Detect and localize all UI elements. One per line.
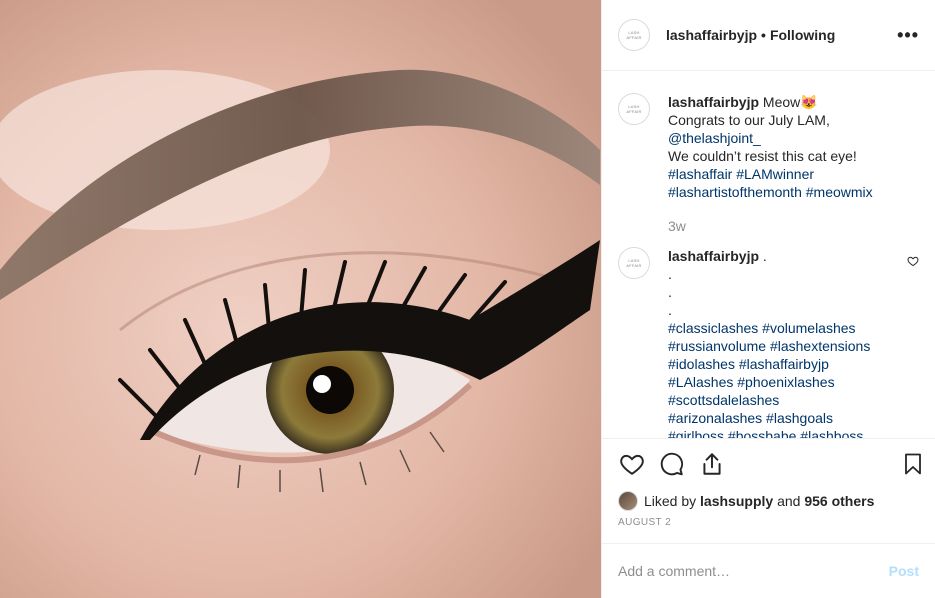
comments-section[interactable]: LASH AFFAIR lashaffairbyjp Meow😻 Congrat… (602, 71, 935, 438)
caption-age[interactable]: 3w (668, 217, 898, 235)
post-header: LASH AFFAIR lashaffairbyjp • Following •… (602, 0, 935, 71)
hashtag-links[interactable]: #idolashes #lashaffairbyjp (668, 355, 898, 373)
comment-username[interactable]: lashaffairbyjp (668, 248, 759, 264)
hashtag-links[interactable]: #arizonalashes #lashgoals (668, 409, 898, 427)
caption-line-4: We couldn’t resist this cat eye! (668, 148, 857, 164)
liker-username[interactable]: lashsupply (700, 493, 773, 509)
avatar-logo-text: LASH AFFAIR (626, 104, 642, 114)
header-separator: • (761, 27, 766, 43)
post-side-panel: LASH AFFAIR lashaffairbyjp • Following •… (601, 0, 935, 598)
post-photo[interactable] (0, 0, 601, 598)
comment-body: lashaffairbyjp . . . . #classiclashes #v… (668, 247, 898, 438)
like-button[interactable] (618, 450, 646, 478)
share-icon (703, 453, 721, 475)
post-comment-button[interactable]: Post (889, 563, 919, 579)
likes-prefix: Liked by (644, 493, 697, 510)
caption-body: lashaffairbyjp Meow😻 Congrats to our Jul… (668, 93, 898, 235)
comment-input[interactable] (618, 562, 889, 579)
caption-line-2: Congrats to our July LAM, (668, 112, 830, 128)
hashtag-links[interactable]: #lashaffair #LAMwinner (668, 166, 814, 182)
avatar-logo-text: LASH AFFAIR (626, 258, 642, 268)
likes-summary: Liked by lashsupply and 956 others (602, 489, 935, 513)
heart-icon (620, 455, 644, 476)
hashtag-links[interactable]: #scottsdalelashes (668, 391, 898, 409)
hashtag-links[interactable]: #LAlashes #phoenixlashes (668, 373, 898, 391)
caption-avatar[interactable]: LASH AFFAIR (618, 93, 650, 125)
avatar-logo-text: LASH AFFAIR (626, 30, 642, 40)
likes-others-link[interactable]: 956 others (804, 493, 874, 509)
post-actions-bar (602, 438, 935, 489)
comment-dot-line: . (668, 302, 672, 318)
mention-link[interactable]: @thelashjoint_ (668, 130, 761, 146)
eye-illustration (0, 0, 601, 598)
caption-username[interactable]: lashaffairbyjp (668, 94, 759, 110)
profile-avatar[interactable]: LASH AFFAIR (618, 19, 650, 51)
caption-line-1: Meow (762, 94, 801, 110)
header-username[interactable]: lashaffairbyjp (666, 27, 757, 43)
add-comment-bar: Post (602, 542, 935, 598)
comment-first-line: . (762, 248, 767, 264)
small-heart-icon[interactable] (907, 255, 919, 267)
hashtag-links[interactable]: #russianvolume #lashextensions (668, 337, 898, 355)
instagram-post: LASH AFFAIR lashaffairbyjp • Following •… (0, 0, 935, 598)
comment-bubble-icon (660, 452, 684, 476)
save-button[interactable] (899, 450, 927, 478)
following-button[interactable]: Following (770, 27, 835, 43)
hashtag-links[interactable]: #lashartistofthemonth #meowmix (668, 184, 873, 200)
caption: LASH AFFAIR lashaffairbyjp Meow😻 Congrat… (618, 93, 919, 235)
comment-item: LASH AFFAIR lashaffairbyjp . . . . #clas… (618, 247, 919, 438)
share-button[interactable] (698, 450, 726, 478)
likes-joiner: and (777, 493, 801, 510)
cat-emoji-icon: 😻 (800, 94, 818, 110)
likes-text: Liked by lashsupply and 956 others (644, 493, 874, 509)
post-date[interactable]: AUGUST 2 (602, 513, 935, 533)
more-options-icon[interactable]: ••• (897, 25, 919, 46)
liker-avatar[interactable] (618, 491, 638, 512)
hashtag-links[interactable]: #classiclashes #volumelashes (668, 319, 898, 337)
hashtag-links[interactable]: #girlboss #bossbabe #lashboss (668, 427, 898, 438)
bookmark-icon (905, 453, 921, 475)
comment-dot-line: . (668, 266, 672, 282)
comment-dot-line: . (668, 284, 672, 300)
comment-avatar[interactable]: LASH AFFAIR (618, 247, 650, 279)
comment-button[interactable] (658, 450, 686, 478)
